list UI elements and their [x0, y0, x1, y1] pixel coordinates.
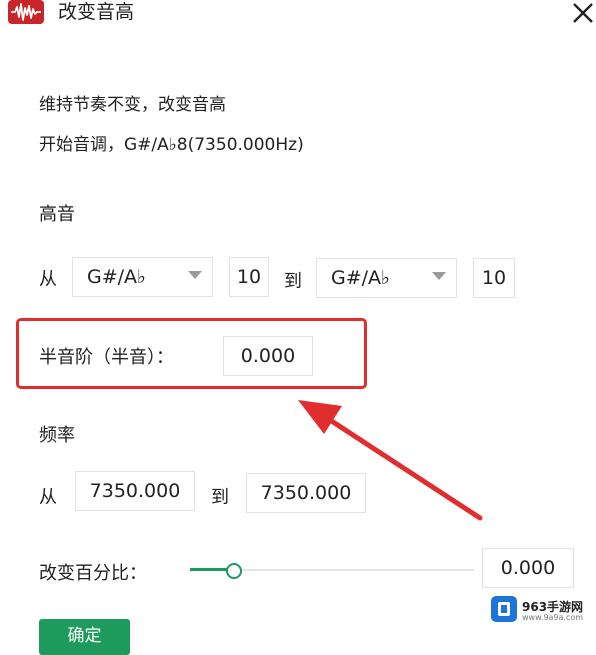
chevron-down-icon [188, 271, 202, 279]
frequency-to-field[interactable]: 7350.000 [246, 473, 366, 513]
app-logo-waveform-icon [8, 0, 44, 24]
frequency-from-label: 从 [39, 487, 57, 508]
chevron-down-icon [432, 272, 446, 280]
to-octave-field[interactable]: 10 [473, 258, 515, 298]
description-line-1: 维持节奏不变，改变音高 [39, 95, 226, 115]
semitone-label: 半音阶（半音）： [39, 347, 174, 368]
percent-label: 改变百分比： [39, 563, 147, 584]
to-note-value: G#/A♭ [331, 267, 391, 289]
percent-field[interactable]: 0.000 [482, 548, 574, 588]
close-icon[interactable] [568, 0, 596, 26]
from-note-select[interactable]: G#/A♭ [72, 257, 213, 297]
percent-slider-handle[interactable] [226, 563, 242, 579]
ok-button[interactable]: 确定 [39, 619, 130, 655]
pitch-to-label: 到 [284, 271, 302, 292]
frequency-from-field[interactable]: 7350.000 [75, 471, 195, 511]
description-line-2: 开始音调，G#/A♭8(7350.000Hz) [39, 135, 304, 155]
to-note-select[interactable]: G#/A♭ [316, 258, 457, 298]
window-title: 改变音高 [58, 1, 135, 23]
semitone-field[interactable]: 0.000 [223, 336, 313, 376]
from-octave-field[interactable]: 10 [229, 257, 269, 297]
frequency-section-label: 频率 [39, 425, 75, 446]
from-note-value: G#/A♭ [87, 266, 147, 288]
watermark-logo-icon [491, 596, 517, 622]
frequency-to-label: 到 [211, 487, 229, 508]
pitch-from-label: 从 [39, 269, 57, 290]
watermark-url: www.9a9a.com [522, 613, 584, 622]
pitch-section-label: 高音 [39, 204, 75, 225]
